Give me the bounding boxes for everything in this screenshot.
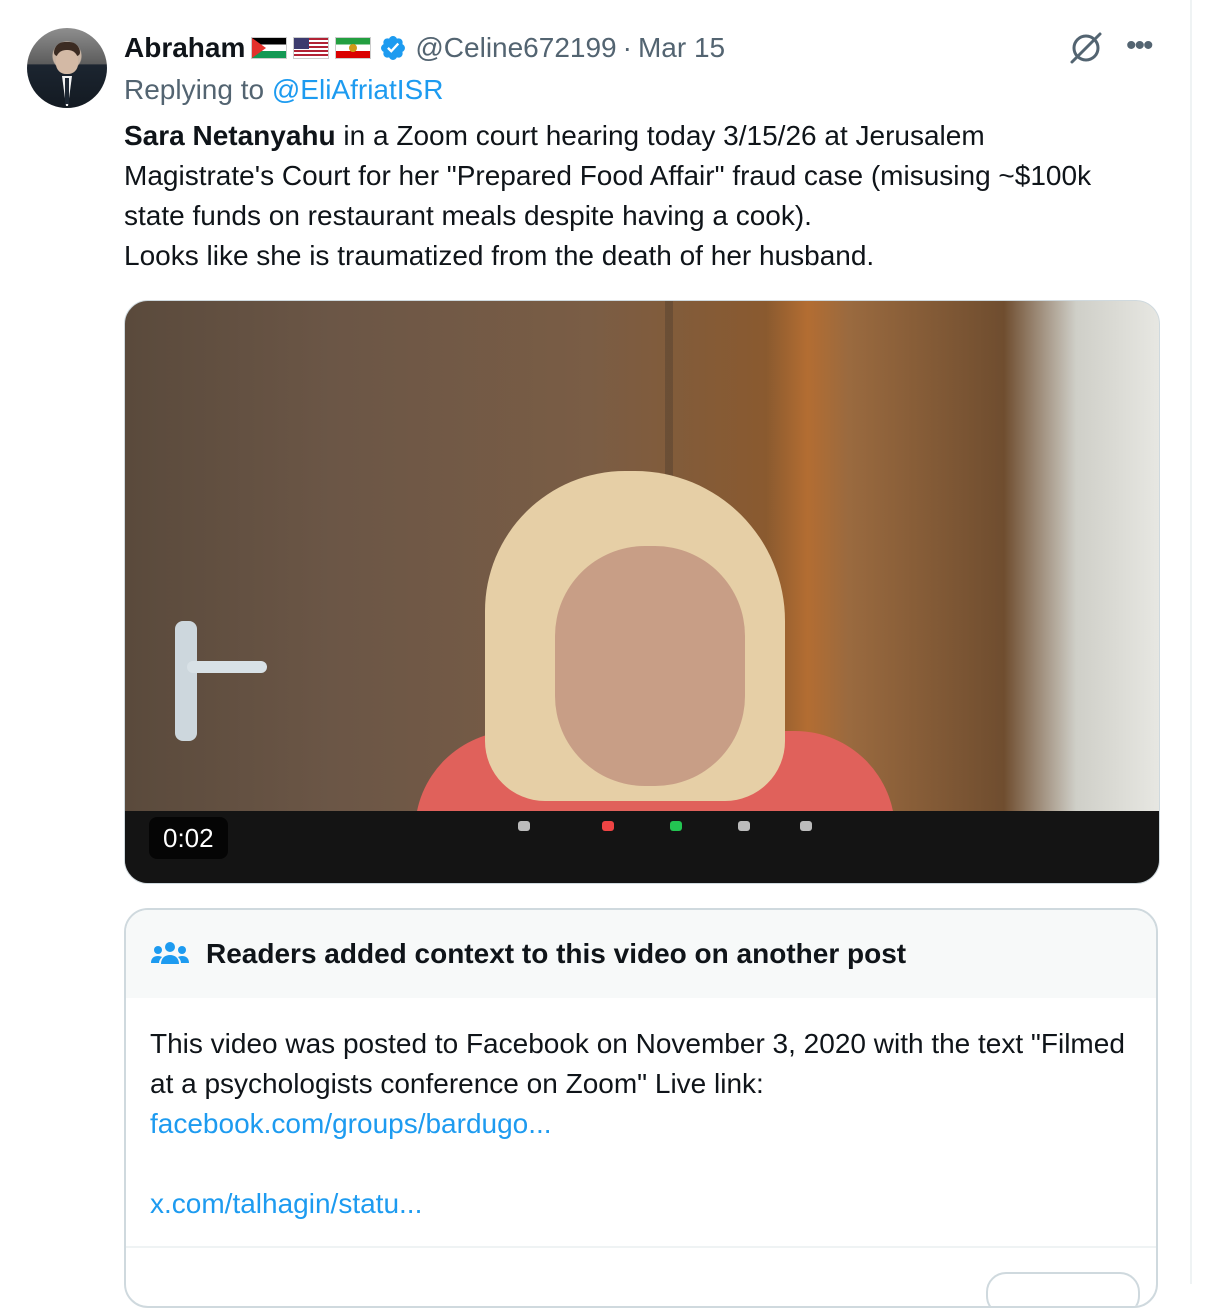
video-door-lever (187, 661, 267, 673)
video-person-face (555, 546, 745, 786)
avatar-face (56, 50, 78, 74)
video-player[interactable]: 0:02 (124, 300, 1160, 884)
community-note-header[interactable]: Readers added context to this video on a… (126, 910, 1156, 998)
video-timestamp: 0:02 (149, 817, 228, 859)
author-avatar[interactable] (27, 28, 107, 108)
community-note-text: This video was posted to Facebook on Nov… (150, 1028, 1125, 1099)
post-text-bold: Sara Netanyahu (124, 120, 336, 151)
post-text: Sara Netanyahu in a Zoom court hearing t… (124, 116, 1134, 276)
zoom-share-screen-icon (641, 821, 711, 835)
author-name[interactable]: Abraham (124, 32, 245, 64)
rate-note-button[interactable] (986, 1272, 1140, 1306)
zoom-reactions-icon (771, 821, 841, 835)
people-group-icon (151, 942, 189, 964)
zoom-record-icon (709, 821, 779, 835)
palestine-flag-icon (251, 37, 288, 59)
replying-to: Replying to @EliAfriatISR (124, 74, 443, 106)
iran-flag-icon (335, 37, 372, 59)
video-door-handle (175, 621, 197, 741)
post-text-line2: Looks like she is traumatized from the d… (124, 240, 875, 271)
community-note-divider (126, 1246, 1156, 1248)
zoom-chat-icon (573, 821, 643, 835)
grok-icon[interactable] (1068, 30, 1104, 66)
author-handle[interactable]: @Celine672199 (415, 32, 616, 64)
more-options-icon[interactable]: ••• (1126, 31, 1153, 61)
note-link-x[interactable]: x.com/talhagin/statu... (150, 1184, 1132, 1224)
post-header: Abraham @Celine672199 · Mar 15 (124, 28, 725, 68)
avatar-tie (65, 78, 69, 104)
header-separator: · (622, 32, 632, 63)
community-note-title: Readers added context to this video on a… (206, 938, 907, 969)
timeline-border (1190, 0, 1192, 1284)
zoom-participants-icon (489, 821, 559, 835)
community-note-body: This video was posted to Facebook on Nov… (126, 998, 1156, 1224)
usa-flag-icon (293, 37, 330, 59)
verified-badge-icon[interactable] (379, 34, 407, 62)
community-note: Readers added context to this video on a… (124, 908, 1158, 1308)
replying-target-link[interactable]: @EliAfriatISR (272, 74, 444, 105)
post-date[interactable]: Mar 15 (638, 32, 725, 64)
replying-prefix: Replying to (124, 74, 272, 105)
note-link-facebook[interactable]: facebook.com/groups/bardugo... (150, 1104, 1132, 1144)
